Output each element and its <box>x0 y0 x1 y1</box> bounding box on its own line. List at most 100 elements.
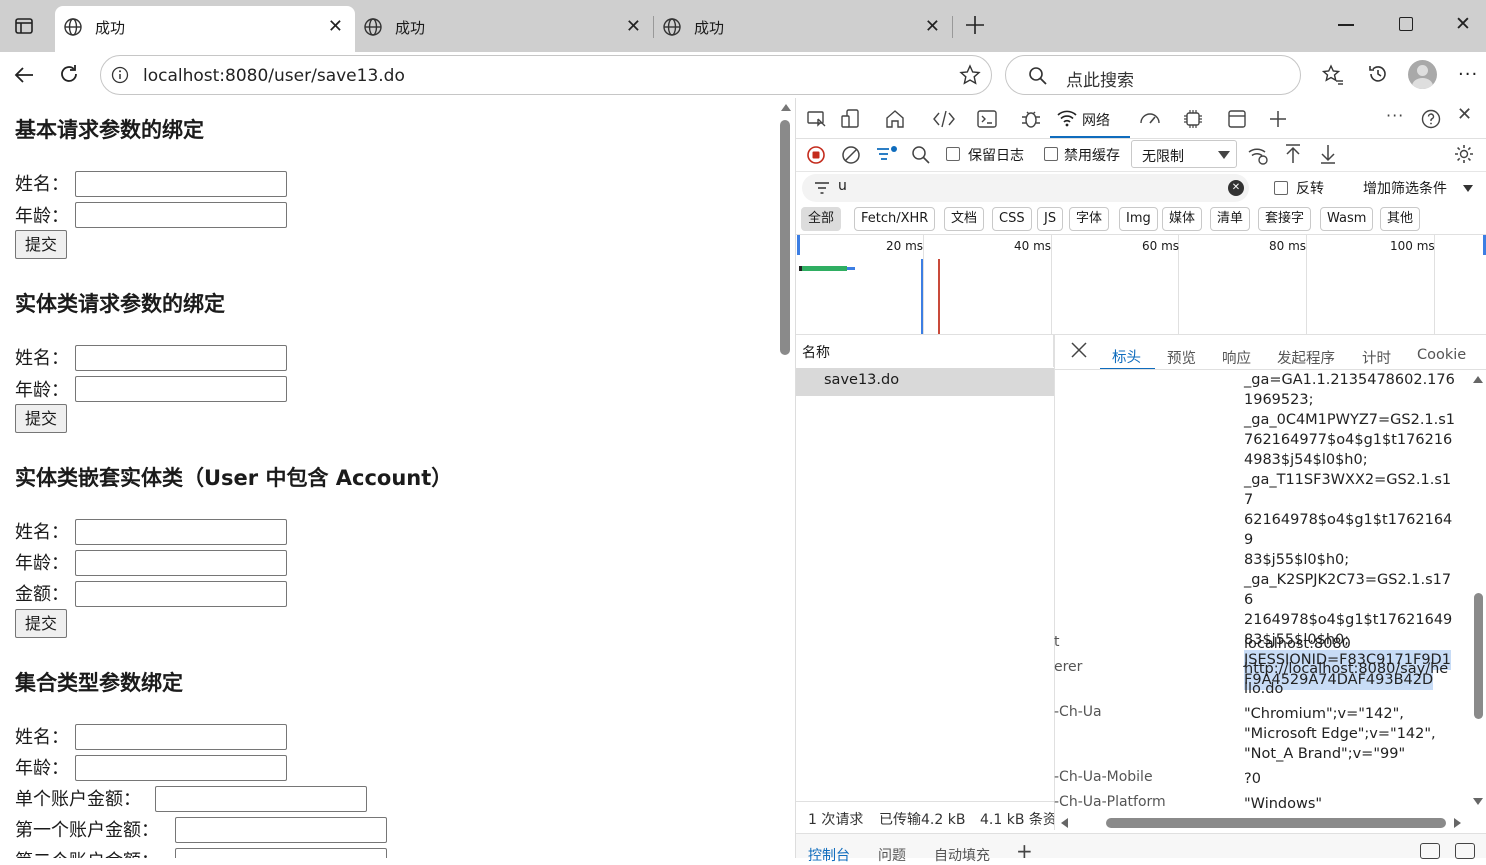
upload-icon[interactable] <box>1283 143 1303 165</box>
page-scrollbar[interactable] <box>777 98 795 858</box>
settings-gear-icon[interactable] <box>1453 143 1475 165</box>
timeline-overview[interactable]: 20 ms 40 ms 60 ms 80 ms 100 ms <box>796 235 1486 334</box>
scroll-right-arrow-icon[interactable] <box>1454 818 1461 828</box>
second-account-money-input[interactable] <box>175 848 387 858</box>
help-icon[interactable] <box>1420 108 1442 130</box>
more-filters-dropdown[interactable]: 增加筛选条件 <box>1363 178 1447 198</box>
scroll-up-arrow-icon[interactable] <box>781 104 791 111</box>
search-box[interactable]: 点此搜索 <box>1005 55 1301 95</box>
throttle-select[interactable]: 无限制 <box>1131 140 1237 168</box>
filter-input[interactable]: u ✕ <box>802 174 1249 202</box>
filter-toggle-icon[interactable] <box>875 143 899 165</box>
back-icon[interactable] <box>13 64 35 86</box>
name-input[interactable] <box>75 171 287 197</box>
filter-chip-all[interactable]: 全部 <box>801 207 842 231</box>
first-account-money-input[interactable] <box>175 817 387 843</box>
tab-3[interactable]: 成功 ✕ <box>654 6 952 48</box>
filter-chip-socket[interactable]: 套接字 <box>1258 207 1312 231</box>
detail-scrollbar-thumb[interactable] <box>1474 593 1483 719</box>
filter-chip-manifest[interactable]: 清单 <box>1210 207 1251 231</box>
clear-icon[interactable] <box>841 145 861 165</box>
favorite-star-icon[interactable] <box>959 64 981 86</box>
address-bar[interactable]: localhost:8080/user/save13.do <box>100 55 992 95</box>
tab-response[interactable]: 响应 <box>1222 347 1251 368</box>
memory-chip-icon[interactable] <box>1182 108 1204 130</box>
device-emulation-icon[interactable] <box>840 108 862 130</box>
filter-chip-media[interactable]: 媒体 <box>1162 207 1203 231</box>
new-tab-icon[interactable] <box>964 14 986 36</box>
filter-chip-css[interactable]: CSS <box>992 207 1032 231</box>
window-close-icon[interactable]: ✕ <box>1455 13 1471 35</box>
name-column-header[interactable]: 名称 <box>796 335 1054 367</box>
tab-preview[interactable]: 预览 <box>1167 347 1196 368</box>
application-icon[interactable] <box>1226 108 1248 130</box>
close-icon[interactable]: ✕ <box>328 18 343 36</box>
drawer-tab-issues[interactable]: 问题 <box>878 845 906 865</box>
tab-2[interactable]: 成功 ✕ <box>355 6 653 48</box>
more-tools-icon[interactable]: ··· <box>1386 106 1404 125</box>
filter-chip-fetch[interactable]: Fetch/XHR <box>854 207 936 231</box>
sources-bug-icon[interactable] <box>1020 108 1042 130</box>
tab-network[interactable]: 网络 <box>1050 100 1130 138</box>
home-icon[interactable] <box>884 108 906 130</box>
elements-icon[interactable] <box>932 108 956 130</box>
performance-icon[interactable] <box>1138 108 1162 130</box>
tab-initiator[interactable]: 发起程序 <box>1277 347 1335 368</box>
drawer-tab-autofill[interactable]: 自动填充 <box>934 845 990 865</box>
name-input[interactable] <box>75 724 287 750</box>
filter-chip-img[interactable]: Img <box>1119 207 1158 231</box>
scroll-left-arrow-icon[interactable] <box>1061 818 1068 828</box>
tab-timing[interactable]: 计时 <box>1362 347 1391 368</box>
submit-button[interactable]: 提交 <box>15 609 67 638</box>
filter-chip-doc[interactable]: 文档 <box>944 207 985 231</box>
horizontal-scrollbar-thumb[interactable] <box>1106 818 1446 828</box>
disable-cache-checkbox[interactable] <box>1044 147 1058 161</box>
age-input[interactable] <box>75 550 287 576</box>
age-input[interactable] <box>75 755 287 781</box>
age-input[interactable] <box>75 376 287 402</box>
close-icon[interactable]: ✕ <box>925 18 940 36</box>
info-icon[interactable] <box>111 66 129 84</box>
invert-checkbox[interactable] <box>1274 181 1288 195</box>
money-input[interactable] <box>75 581 287 607</box>
age-input[interactable] <box>75 202 287 228</box>
scroll-up-arrow-icon[interactable] <box>1473 376 1483 383</box>
collapse-drawer-icon[interactable] <box>1455 843 1475 859</box>
sidebar-toggle-icon[interactable] <box>14 16 34 36</box>
name-input[interactable] <box>75 345 287 371</box>
minimize-icon[interactable] <box>1338 24 1354 26</box>
download-icon[interactable] <box>1318 143 1338 165</box>
console-icon[interactable] <box>976 108 998 130</box>
preserve-log-checkbox[interactable] <box>946 147 960 161</box>
maximize-icon[interactable] <box>1399 17 1413 31</box>
filter-chip-font[interactable]: 字体 <box>1069 207 1110 231</box>
name-input[interactable] <box>75 519 287 545</box>
tab-headers[interactable]: 标头 <box>1100 338 1155 370</box>
scroll-down-arrow-icon[interactable] <box>1473 798 1483 805</box>
submit-button[interactable]: 提交 <box>15 404 67 433</box>
history-icon[interactable] <box>1367 63 1389 85</box>
dock-icon[interactable] <box>1420 843 1440 859</box>
more-menu-icon[interactable]: ··· <box>1458 64 1478 85</box>
search-icon[interactable] <box>911 145 931 165</box>
profile-avatar[interactable] <box>1408 60 1437 89</box>
add-tool-icon[interactable] <box>1268 108 1288 130</box>
tab-cookie[interactable]: Cookie <box>1417 347 1466 363</box>
refresh-icon[interactable] <box>58 63 80 85</box>
close-detail-icon[interactable] <box>1070 341 1088 359</box>
account-money-input[interactable] <box>155 786 367 812</box>
network-conditions-icon[interactable] <box>1247 144 1269 166</box>
scrollbar-thumb[interactable] <box>780 120 790 355</box>
record-icon[interactable] <box>806 145 826 165</box>
favorites-icon[interactable] <box>1322 64 1344 86</box>
clear-filter-icon[interactable]: ✕ <box>1228 180 1244 196</box>
filter-chip-js[interactable]: JS <box>1037 207 1064 231</box>
close-devtools-icon[interactable]: ✕ <box>1457 104 1472 125</box>
add-drawer-tab-icon[interactable]: + <box>1016 839 1033 863</box>
tab-1[interactable]: 成功 ✕ <box>55 6 355 52</box>
submit-button[interactable]: 提交 <box>15 230 67 259</box>
filter-chip-other[interactable]: 其他 <box>1380 207 1421 231</box>
filter-chip-wasm[interactable]: Wasm <box>1320 207 1374 231</box>
request-row[interactable]: save13.do <box>796 368 1054 396</box>
close-icon[interactable]: ✕ <box>626 18 641 36</box>
